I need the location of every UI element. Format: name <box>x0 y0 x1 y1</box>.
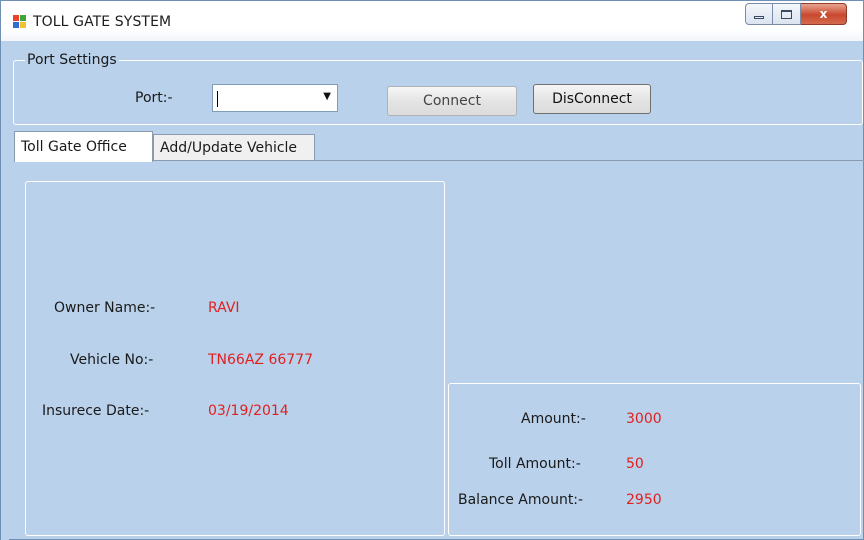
tab-toll-gate-office[interactable]: Toll Gate Office <box>14 131 153 162</box>
maximize-icon <box>781 9 792 19</box>
toll-amount-value: 50 <box>626 456 644 472</box>
window-left-edge <box>1 41 9 540</box>
insurance-date-value: 03/19/2014 <box>208 403 289 419</box>
text-caret <box>217 91 218 107</box>
vehicle-no-value: TN66AZ 66777 <box>208 352 313 368</box>
minimize-button[interactable] <box>745 3 773 25</box>
tab-add-update-vehicle[interactable]: Add/Update Vehicle <box>153 134 315 161</box>
balance-amount-label: Balance Amount:- <box>458 492 584 508</box>
vehicle-no-label: Vehicle No:- <box>70 352 154 368</box>
minimize-icon <box>754 15 764 19</box>
title-bar[interactable]: TOLL GATE SYSTEM x <box>1 1 863 41</box>
port-label: Port:- <box>135 90 173 106</box>
disconnect-button[interactable]: DisConnect <box>533 84 651 114</box>
toll-amount-label: Toll Amount:- <box>489 456 581 472</box>
owner-name-value: RAVI <box>208 300 240 316</box>
app-icon <box>13 15 27 29</box>
connect-button-label: Connect <box>423 93 481 109</box>
close-icon: x <box>819 7 828 21</box>
disconnect-button-label: DisConnect <box>552 91 632 107</box>
tab-strip: Toll Gate Office Add/Update Vehicle <box>14 131 864 162</box>
connect-button[interactable]: Connect <box>387 86 517 116</box>
chevron-down-icon[interactable]: ▼ <box>323 91 331 102</box>
balance-amount-value: 2950 <box>626 492 662 508</box>
owner-name-label: Owner Name:- <box>54 300 156 316</box>
tab-label: Add/Update Vehicle <box>160 140 298 156</box>
maximize-button[interactable] <box>773 3 801 25</box>
port-settings-legend: Port Settings <box>25 52 119 68</box>
main-window: TOLL GATE SYSTEM x Port Settings Port:- … <box>0 0 864 540</box>
amount-label: Amount:- <box>521 411 586 427</box>
window-controls: x <box>745 3 847 27</box>
amount-value: 3000 <box>626 411 662 427</box>
close-button[interactable]: x <box>801 3 847 25</box>
insurance-date-label: Insurece Date:- <box>42 403 150 419</box>
tab-label: Toll Gate Office <box>21 139 127 155</box>
port-dropdown[interactable]: ▼ <box>212 84 338 112</box>
window-title: TOLL GATE SYSTEM <box>33 14 172 30</box>
